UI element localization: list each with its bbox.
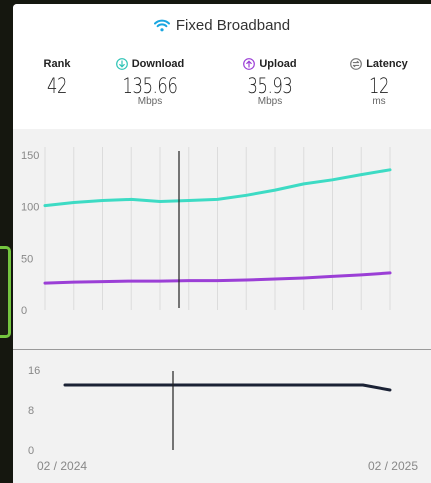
side-tab-handle[interactable] [0,246,11,338]
x-axis-start-label: 02 / 2024 [37,459,88,473]
x-axis-end-label: 02 / 2025 [367,459,418,473]
y-tick-label: 16 [28,365,40,377]
y-tick-label: 8 [28,405,34,417]
latency-chart[interactable]: 1680 [13,4,431,483]
y-tick-label: 0 [28,445,34,457]
series-line-latency [63,383,392,392]
broadband-card: Fixed Broadband Rank 42 Download 135.66 … [13,4,431,483]
